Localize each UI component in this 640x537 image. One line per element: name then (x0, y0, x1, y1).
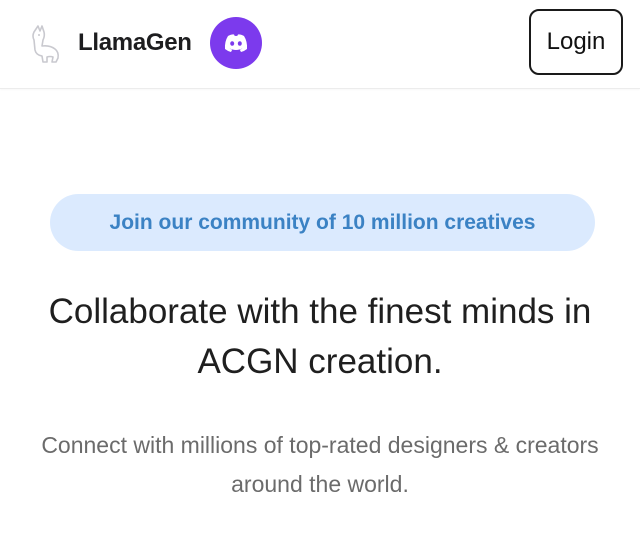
login-button[interactable]: Login (529, 9, 623, 75)
top-navbar: LlamaGen Login (0, 0, 640, 89)
discord-icon (224, 34, 248, 52)
hero-subtext: Connect with millions of top-rated desig… (41, 432, 599, 497)
hero-headline: Collaborate with the finest minds in ACG… (48, 292, 592, 381)
community-badge[interactable]: Join our community of 10 million creativ… (50, 194, 595, 251)
brand-name[interactable]: LlamaGen (78, 29, 192, 57)
llama-logo-icon[interactable] (28, 22, 62, 64)
discord-button[interactable] (210, 17, 262, 69)
